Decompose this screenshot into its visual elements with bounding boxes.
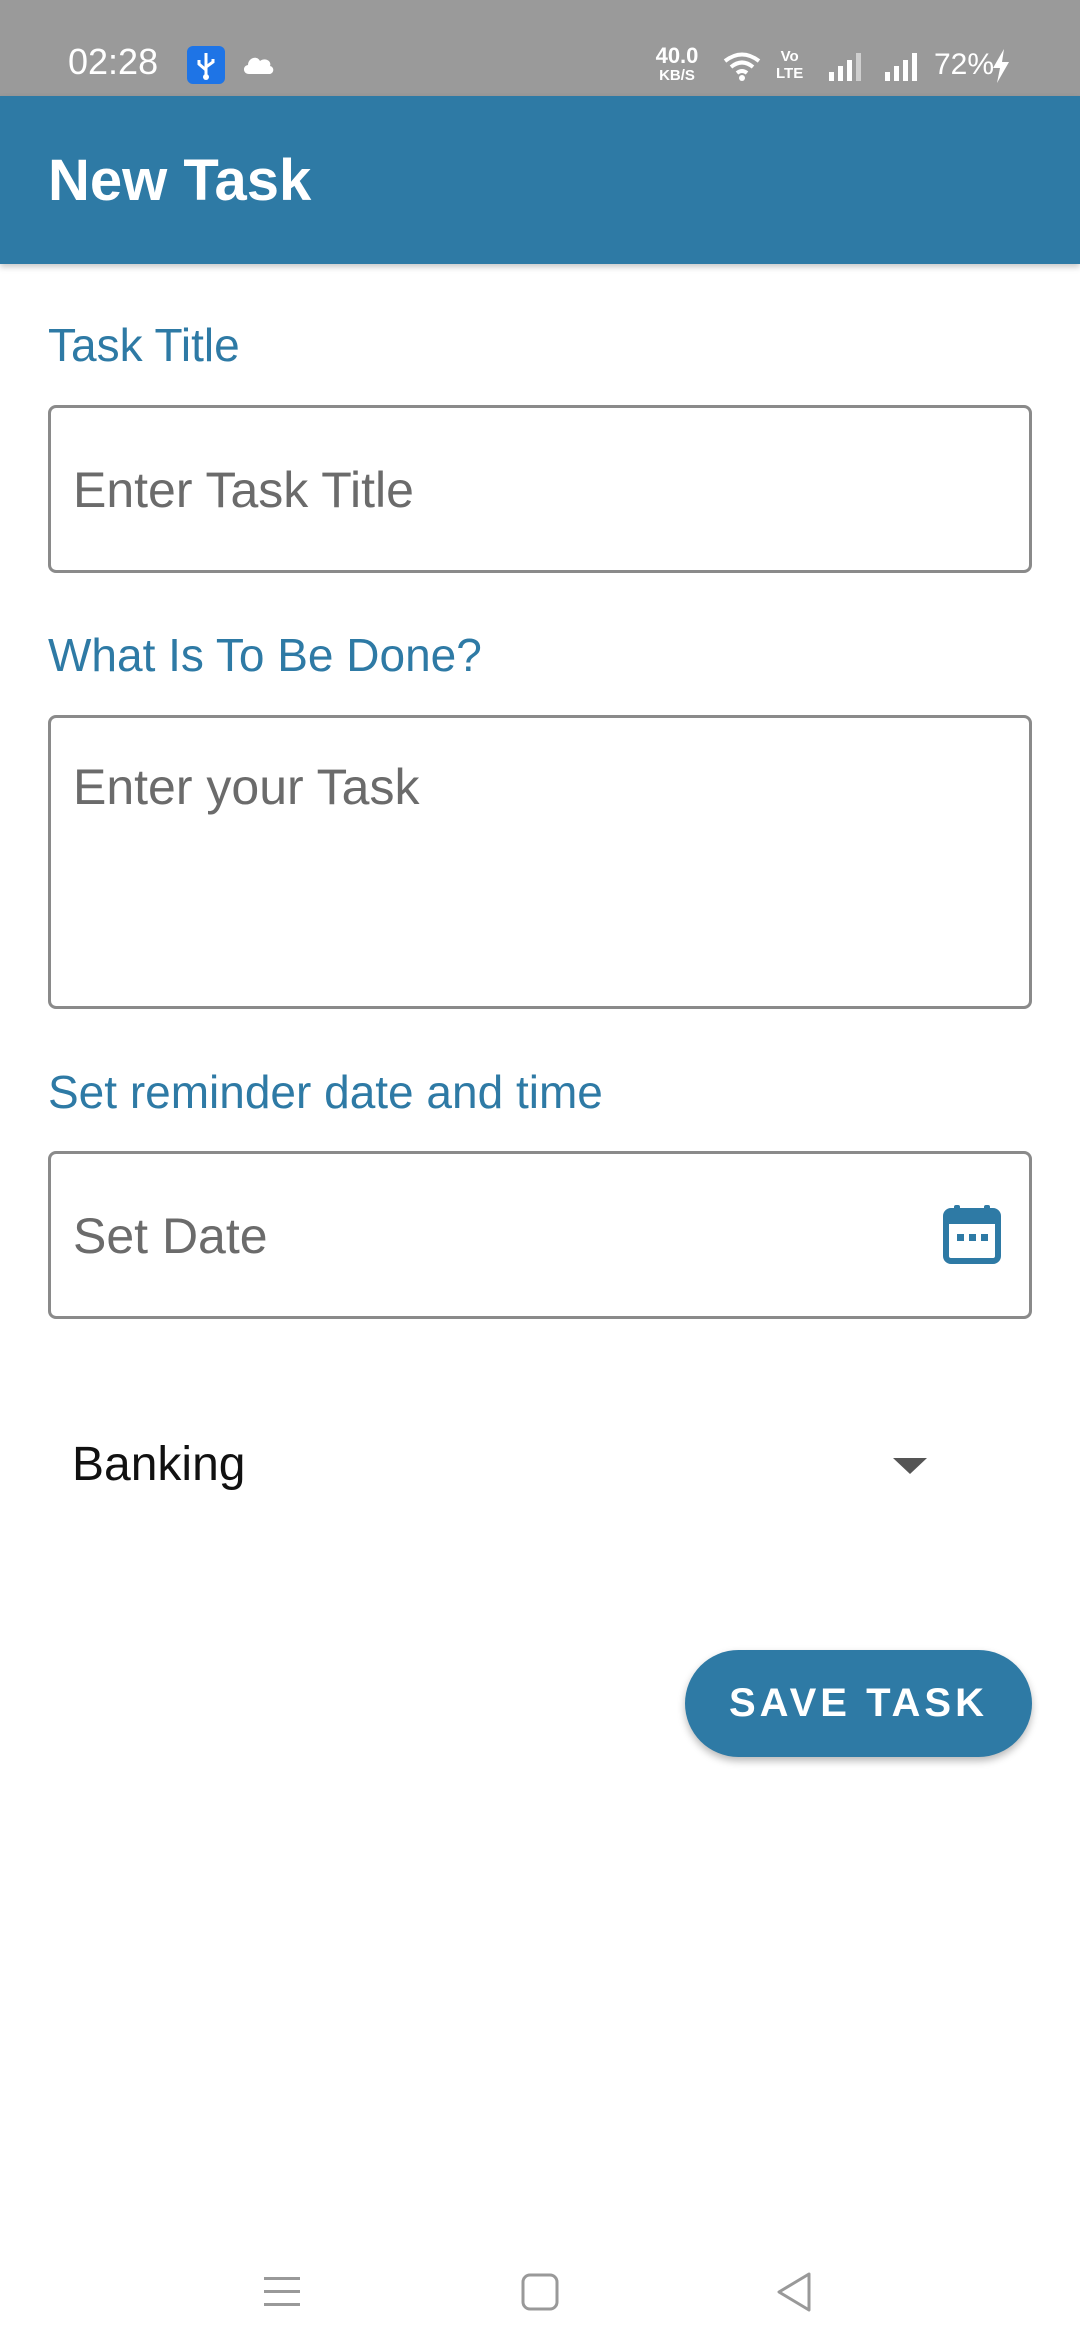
task-title-label: Task Title bbox=[48, 319, 240, 371]
task-description-input[interactable]: Enter your Task bbox=[48, 715, 1032, 1009]
category-selected-value: Banking bbox=[72, 1438, 246, 1491]
usb-icon bbox=[187, 46, 225, 84]
network-speed-value: 40.0 bbox=[655, 43, 699, 68]
volte-line1: Vo bbox=[780, 48, 799, 65]
volte-icon: Vo LTE bbox=[776, 48, 803, 82]
task-title-input[interactable]: Enter Task Title bbox=[48, 405, 1032, 573]
network-speed: 40.0 KB/S bbox=[652, 43, 702, 84]
task-title-placeholder: Enter Task Title bbox=[73, 462, 414, 518]
charging-bolt-icon bbox=[990, 48, 1012, 89]
volte-line2: LTE bbox=[776, 65, 804, 82]
calendar-icon[interactable] bbox=[943, 1204, 1001, 1269]
task-description-label: What Is To Be Done? bbox=[48, 629, 482, 681]
battery-level: 72% bbox=[934, 48, 995, 81]
save-task-button[interactable]: SAVE TASK bbox=[685, 1650, 1032, 1757]
task-description-placeholder: Enter your Task bbox=[73, 759, 420, 815]
status-bar: 02:28 40.0 KB/S Vo LTE 72% bbox=[0, 0, 1080, 96]
menu-icon[interactable] bbox=[262, 2274, 302, 2313]
date-field[interactable]: Set Date bbox=[48, 1151, 1032, 1319]
wifi-icon bbox=[722, 50, 762, 87]
reminder-label: Set reminder date and time bbox=[48, 1066, 603, 1118]
home-square-icon[interactable] bbox=[520, 2272, 560, 2317]
dropdown-arrow-icon bbox=[893, 1458, 927, 1474]
app-bar: New Task bbox=[0, 96, 1080, 264]
network-speed-unit: KB/S bbox=[659, 67, 695, 84]
page-title: New Task bbox=[48, 148, 312, 213]
navigation-bar bbox=[0, 2220, 1080, 2340]
signal-icon bbox=[884, 52, 920, 87]
cloud-icon bbox=[240, 52, 276, 81]
signal-icon bbox=[828, 52, 864, 87]
status-time: 02:28 bbox=[68, 41, 159, 82]
category-dropdown[interactable]: Banking bbox=[48, 1415, 948, 1515]
date-placeholder: Set Date bbox=[73, 1208, 268, 1264]
back-triangle-icon[interactable] bbox=[774, 2270, 814, 2319]
